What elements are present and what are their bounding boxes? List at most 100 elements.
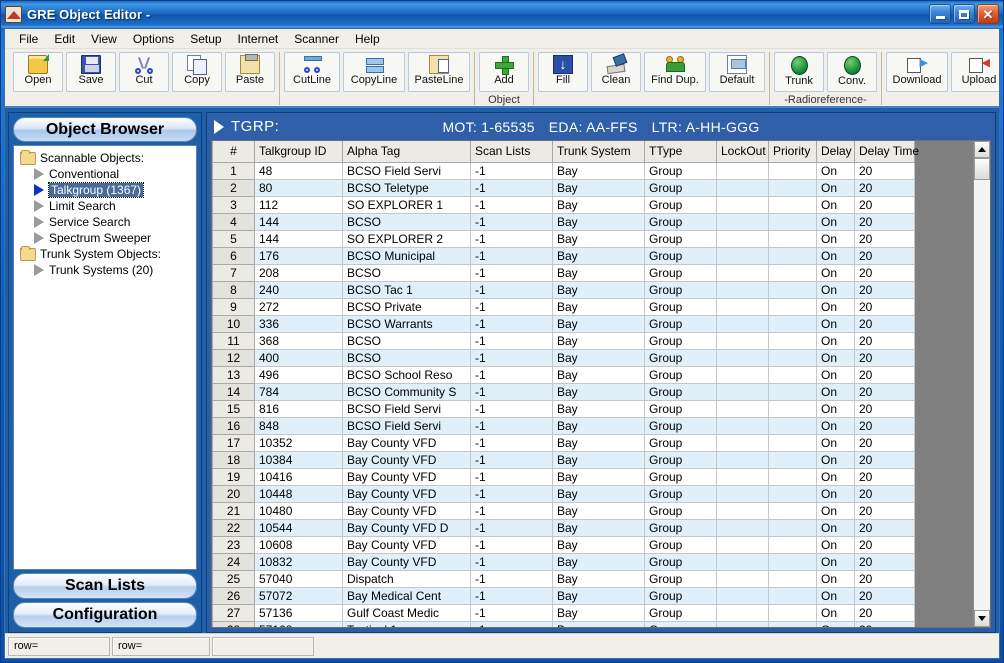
table-cell[interactable]: Group: [644, 416, 717, 435]
table-cell[interactable]: Group: [644, 552, 717, 571]
table-row[interactable]: 2857168Tactical 1-1BayGroup On20: [212, 620, 915, 627]
table-cell[interactable]: Bay: [552, 620, 645, 627]
table-cell[interactable]: On: [816, 331, 855, 350]
table-cell[interactable]: Bay: [552, 382, 645, 401]
table-cell[interactable]: Bay County VFD: [342, 450, 471, 469]
table-cell[interactable]: Group: [644, 348, 717, 367]
table-cell[interactable]: [716, 212, 769, 231]
table-cell[interactable]: [768, 263, 817, 282]
table-cell[interactable]: -1: [470, 246, 553, 265]
row-number-cell[interactable]: 11: [212, 331, 255, 350]
table-cell[interactable]: 57136: [254, 603, 343, 622]
row-number-cell[interactable]: 20: [212, 484, 255, 503]
table-cell[interactable]: 10544: [254, 518, 343, 537]
table-row[interactable]: 26 57072 Bay Medical Cent -1 Bay Group On 20: [212, 586, 915, 605]
table-cell[interactable]: 10832: [254, 552, 343, 571]
table-cell[interactable]: 20: [854, 280, 915, 299]
table-cell[interactable]: Bay: [552, 535, 645, 554]
toolbar-button-save[interactable]: Save: [66, 52, 116, 92]
table-cell[interactable]: BCSO: [342, 212, 471, 231]
column-header-priority[interactable]: Priority: [768, 141, 817, 163]
table-row[interactable]: 21 10480 Bay County VFD -1 Bay Group On 20: [212, 501, 915, 520]
table-cell[interactable]: 816: [254, 399, 343, 418]
table-cell[interactable]: SO EXPLORER 1: [342, 195, 471, 214]
toolbar-button-default[interactable]: Default: [709, 52, 765, 92]
menu-item-internet[interactable]: Internet: [230, 30, 287, 48]
toolbar-button-cut[interactable]: Cut: [119, 52, 169, 92]
table-row[interactable]: 7 208 BCSO -1 Bay Group On 20: [212, 263, 915, 282]
table-cell[interactable]: [716, 365, 769, 384]
table-cell[interactable]: 80: [254, 178, 343, 197]
table-cell[interactable]: On: [816, 484, 855, 503]
table-cell[interactable]: On: [816, 603, 855, 622]
table-cell[interactable]: -1: [470, 467, 553, 486]
table-cell[interactable]: Bay: [552, 297, 645, 316]
table-cell[interactable]: Bay: [552, 569, 645, 588]
table-cell[interactable]: Bay: [552, 501, 645, 520]
table-cell[interactable]: 10608: [254, 535, 343, 554]
table-cell[interactable]: [768, 416, 817, 435]
table-cell[interactable]: [768, 586, 817, 605]
table-cell[interactable]: Bay: [552, 450, 645, 469]
table-row[interactable]: 8 240 BCSO Tac 1 -1 Bay Group On 20: [212, 280, 915, 299]
row-number-cell[interactable]: 26: [212, 586, 255, 605]
table-cell[interactable]: Bay: [552, 178, 645, 197]
table-cell[interactable]: On: [816, 586, 855, 605]
table-cell[interactable]: -1: [470, 365, 553, 384]
table-cell[interactable]: Bay County VFD D: [342, 518, 471, 537]
table-cell[interactable]: 176: [254, 246, 343, 265]
table-cell[interactable]: On: [816, 263, 855, 282]
table-cell[interactable]: 144: [254, 212, 343, 231]
row-number-cell[interactable]: 7: [212, 263, 255, 282]
table-cell[interactable]: [768, 535, 817, 554]
table-cell[interactable]: BCSO: [342, 331, 471, 350]
table-cell[interactable]: [716, 450, 769, 469]
table-cell[interactable]: [716, 501, 769, 520]
toolbar-button-pasteline[interactable]: PasteLine: [408, 52, 470, 92]
table-cell[interactable]: Group: [644, 365, 717, 384]
table-cell[interactable]: -1: [470, 195, 553, 214]
table-row[interactable]: 13 496 BCSO School Reso -1 Bay Group On 20: [212, 365, 915, 384]
table-cell[interactable]: 10352: [254, 433, 343, 452]
table-cell[interactable]: 20: [854, 450, 915, 469]
table-cell[interactable]: 10480: [254, 501, 343, 520]
table-cell[interactable]: Group: [644, 501, 717, 520]
toolbar-button-find-dup[interactable]: Find Dup.: [644, 52, 706, 92]
table-cell[interactable]: Group: [644, 297, 717, 316]
scrollbar-thumb[interactable]: [974, 158, 990, 180]
table-cell[interactable]: BCSO Field Servi: [342, 161, 471, 180]
table-cell[interactable]: 20: [854, 603, 915, 622]
table-cell[interactable]: 10416: [254, 467, 343, 486]
table-cell[interactable]: 20: [854, 501, 915, 520]
tree-item-service-search[interactable]: Service Search: [18, 214, 194, 230]
table-cell[interactable]: Group: [644, 484, 717, 503]
table-cell[interactable]: -1: [470, 348, 553, 367]
table-cell[interactable]: -1: [470, 501, 553, 520]
table-cell[interactable]: [768, 280, 817, 299]
table-cell[interactable]: 400: [254, 348, 343, 367]
table-cell[interactable]: 57168: [254, 620, 343, 627]
table-cell[interactable]: -1: [470, 518, 553, 537]
table-cell[interactable]: Group: [644, 331, 717, 350]
table-row[interactable]: 24 10832 Bay County VFD -1 Bay Group On 20: [212, 552, 915, 571]
table-row[interactable]: 11 368 BCSO -1 Bay Group On 20: [212, 331, 915, 350]
toolbar-button-copyline[interactable]: CopyLine: [343, 52, 405, 92]
table-cell[interactable]: 20: [854, 382, 915, 401]
table-cell[interactable]: [768, 467, 817, 486]
table-cell[interactable]: [716, 416, 769, 435]
table-cell[interactable]: Group: [644, 229, 717, 248]
table-cell[interactable]: [768, 399, 817, 418]
table-cell[interactable]: [768, 569, 817, 588]
table-cell[interactable]: Bay: [552, 314, 645, 333]
table-cell[interactable]: -1: [470, 314, 553, 333]
table-cell[interactable]: [716, 467, 769, 486]
scroll-down-button[interactable]: [974, 610, 990, 627]
row-number-cell[interactable]: 21: [212, 501, 255, 520]
table-cell[interactable]: [768, 484, 817, 503]
table-cell[interactable]: Bay: [552, 603, 645, 622]
table-cell[interactable]: 20: [854, 552, 915, 571]
table-cell[interactable]: Bay: [552, 433, 645, 452]
tree-item-conventional[interactable]: Conventional: [18, 166, 194, 182]
scroll-up-button[interactable]: [974, 141, 990, 158]
row-number-cell[interactable]: 2: [212, 178, 255, 197]
